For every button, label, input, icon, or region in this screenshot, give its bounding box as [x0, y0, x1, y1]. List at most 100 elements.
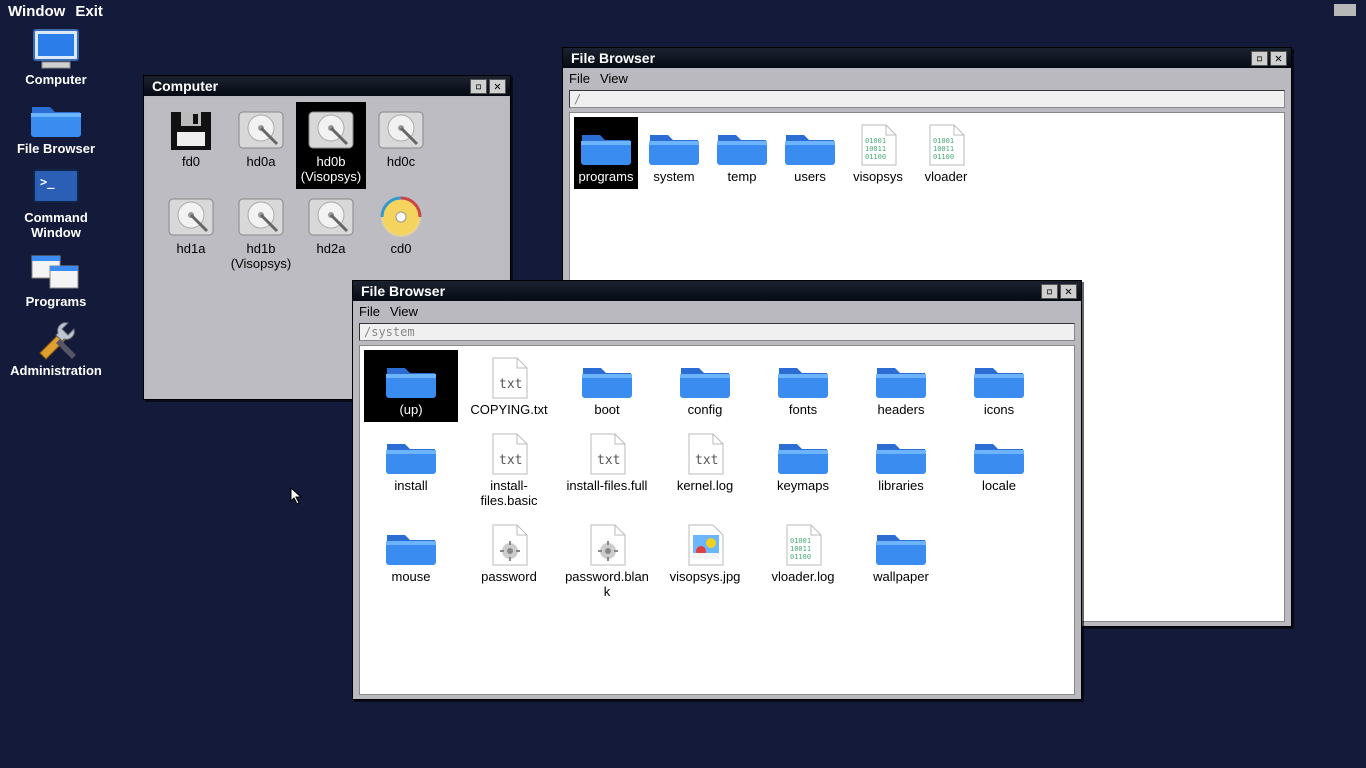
- desktop-icon-label: File Browser: [6, 141, 106, 156]
- desktop-icon-label: Command Window: [6, 210, 106, 240]
- desktop-icon-programs[interactable]: Programs: [6, 246, 106, 309]
- file-item[interactable]: visopsys.jpg: [658, 517, 752, 604]
- menu-window[interactable]: Window: [8, 3, 65, 20]
- txt-icon: [677, 430, 733, 476]
- file-item[interactable]: icons: [952, 350, 1046, 422]
- fb2-file-list: (up) COPYING.txt boot config fonts heade…: [359, 345, 1075, 695]
- drive-item[interactable]: hd1b (Visopsys): [226, 189, 296, 276]
- desktop-icon-file-browser[interactable]: File Browser: [6, 93, 106, 156]
- file-item[interactable]: config: [658, 350, 752, 422]
- folder-icon: [383, 354, 439, 400]
- fb1-titlebar[interactable]: File Browser ▫ ✕: [563, 48, 1291, 68]
- file-label: (up): [366, 403, 456, 418]
- folder-icon: [971, 430, 1027, 476]
- folder-icon: [775, 354, 831, 400]
- file-label: password: [464, 570, 554, 585]
- file-item[interactable]: headers: [854, 350, 948, 422]
- file-item[interactable]: mouse: [364, 517, 458, 604]
- file-label: config: [660, 403, 750, 418]
- drive-item[interactable]: hd2a: [296, 189, 366, 276]
- drive-item[interactable]: hd0a: [226, 102, 296, 189]
- drive-label: hd1b (Visopsys): [228, 242, 294, 272]
- folder-icon: [873, 354, 929, 400]
- fb1-path[interactable]: /: [569, 90, 1285, 108]
- file-label: keymaps: [758, 479, 848, 494]
- fb1-menu-file[interactable]: File: [569, 71, 590, 86]
- fb2-menu-view[interactable]: View: [390, 304, 418, 319]
- file-item[interactable]: wallpaper: [854, 517, 948, 604]
- folder-icon: [873, 430, 929, 476]
- file-item[interactable]: temp: [710, 117, 774, 189]
- txt-icon: [481, 354, 537, 400]
- close-button[interactable]: ✕: [1270, 51, 1287, 66]
- file-item[interactable]: (up): [364, 350, 458, 422]
- desktop-icon-label: Administration: [6, 363, 106, 378]
- file-item[interactable]: users: [778, 117, 842, 189]
- file-item[interactable]: install-files.full: [560, 426, 654, 513]
- file-label: install-files.basic: [464, 479, 554, 509]
- fb2-menu: File View: [353, 301, 1081, 321]
- file-label: temp: [712, 170, 772, 185]
- close-button[interactable]: ✕: [489, 79, 506, 94]
- file-item[interactable]: kernel.log: [658, 426, 752, 513]
- cursor-icon: [290, 487, 304, 505]
- file-label: install: [366, 479, 456, 494]
- menu-exit[interactable]: Exit: [75, 3, 103, 20]
- minimize-button[interactable]: ▫: [1251, 51, 1268, 66]
- file-item[interactable]: COPYING.txt: [462, 350, 556, 422]
- file-item[interactable]: vloader.log: [756, 517, 850, 604]
- config-icon: [579, 521, 635, 567]
- programs-icon: [28, 246, 84, 292]
- drive-item[interactable]: fd0: [156, 102, 226, 189]
- drive-label: hd2a: [298, 242, 364, 257]
- drive-item[interactable]: hd0b (Visopsys): [296, 102, 366, 189]
- close-button[interactable]: ✕: [1060, 284, 1077, 299]
- fb1-menu: File View: [563, 68, 1291, 88]
- drive-item[interactable]: hd0c: [366, 102, 436, 189]
- fb2-path[interactable]: /system: [359, 323, 1075, 341]
- file-item[interactable]: keymaps: [756, 426, 850, 513]
- folder-icon: [677, 354, 733, 400]
- file-label: COPYING.txt: [464, 403, 554, 418]
- minimize-button[interactable]: ▫: [1041, 284, 1058, 299]
- file-item[interactable]: install: [364, 426, 458, 513]
- file-item[interactable]: system: [642, 117, 706, 189]
- file-item[interactable]: visopsys: [846, 117, 910, 189]
- desktop-icon-administration[interactable]: Administration: [6, 315, 106, 378]
- file-label: password.blank: [562, 570, 652, 600]
- minimize-button[interactable]: ▫: [470, 79, 487, 94]
- tools-icon: [28, 315, 84, 361]
- desktop-icon-command-window[interactable]: Command Window: [6, 162, 106, 240]
- file-label: mouse: [366, 570, 456, 585]
- computer-titlebar[interactable]: Computer ▫ ✕: [144, 76, 510, 96]
- folder-icon: [646, 121, 702, 167]
- fb2-titlebar[interactable]: File Browser ▫ ✕: [353, 281, 1081, 301]
- file-item[interactable]: boot: [560, 350, 654, 422]
- file-label: programs: [576, 170, 636, 185]
- file-item[interactable]: libraries: [854, 426, 948, 513]
- folder-icon: [873, 521, 929, 567]
- file-item[interactable]: locale: [952, 426, 1046, 513]
- drive-label: hd0a: [228, 155, 294, 170]
- file-label: wallpaper: [856, 570, 946, 585]
- drive-item[interactable]: hd1a: [156, 189, 226, 276]
- file-browser-system-window: File Browser ▫ ✕ File View /system (up) …: [352, 280, 1082, 700]
- drive-item[interactable]: cd0: [366, 189, 436, 276]
- file-item[interactable]: fonts: [756, 350, 850, 422]
- cd-icon: [373, 193, 429, 239]
- terminal-icon: [28, 162, 84, 208]
- folder-icon: [383, 430, 439, 476]
- file-item[interactable]: password.blank: [560, 517, 654, 604]
- hdd-icon: [233, 106, 289, 152]
- file-item[interactable]: programs: [574, 117, 638, 189]
- drive-label: hd1a: [158, 242, 224, 257]
- tray-minimize-button[interactable]: [1334, 4, 1356, 16]
- menubar: Window Exit: [0, 0, 1366, 22]
- fb1-menu-view[interactable]: View: [600, 71, 628, 86]
- file-item[interactable]: vloader: [914, 117, 978, 189]
- drive-label: cd0: [368, 242, 434, 257]
- desktop-icon-computer[interactable]: Computer: [6, 24, 106, 87]
- file-item[interactable]: install-files.basic: [462, 426, 556, 513]
- fb2-menu-file[interactable]: File: [359, 304, 380, 319]
- file-item[interactable]: password: [462, 517, 556, 604]
